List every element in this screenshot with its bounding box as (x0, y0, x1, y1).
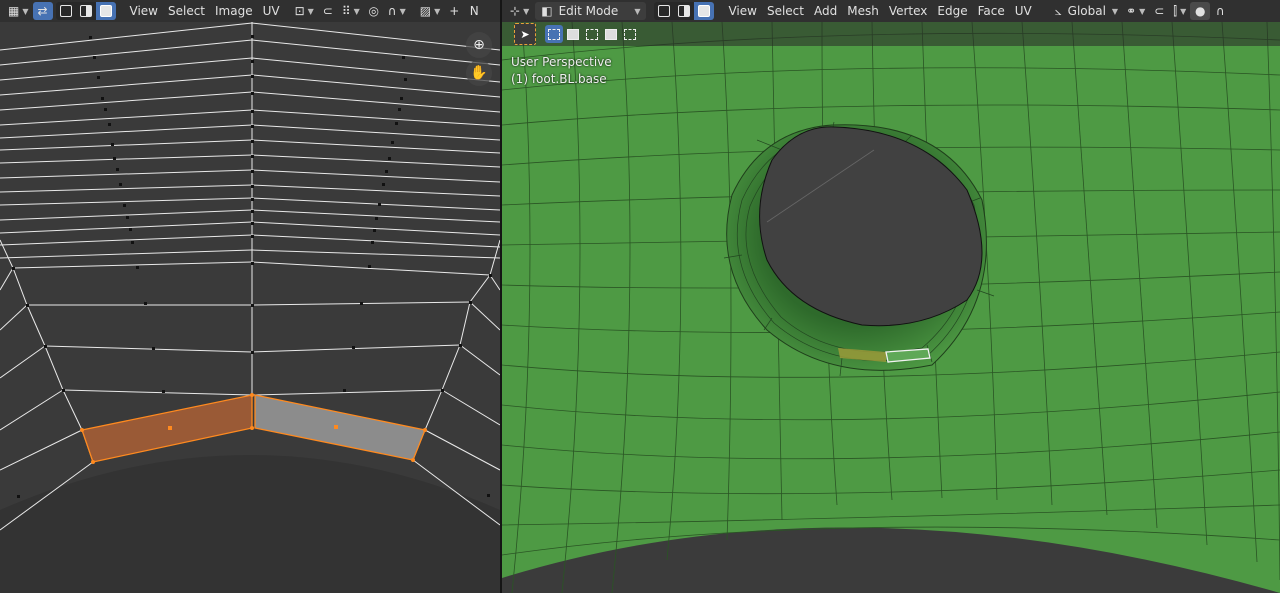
falloff-curve-icon: ∩ (387, 4, 397, 18)
uv-menu-select[interactable]: Select (163, 2, 210, 20)
editor-type-button[interactable]: ▦ ▼ (4, 2, 33, 20)
uv-grid-lines (0, 0, 500, 531)
select-mode-invert[interactable] (602, 25, 620, 43)
uv-select-mode-group (55, 2, 116, 20)
menu-select[interactable]: Select (762, 2, 809, 20)
select-mode-subtract[interactable] (583, 25, 601, 43)
menu-edge[interactable]: Edge (932, 2, 972, 20)
uv-selected-face-left (81, 394, 253, 463)
edit-mode-icon: ◧ (541, 4, 553, 18)
select-invert-icon (605, 28, 617, 40)
editor-type-button[interactable]: ⊹ ▼ (506, 2, 533, 20)
edge-select-button[interactable] (76, 2, 96, 20)
uv-editor-icon: ▦ (8, 4, 20, 18)
select-extend-icon (567, 28, 579, 40)
vertex-select-button[interactable] (56, 2, 76, 20)
orientation-icon: ⦣ (1054, 3, 1062, 18)
image-browse-dropdown[interactable]: ▨ ▼ (416, 2, 445, 20)
menu-mesh[interactable]: Mesh (842, 2, 884, 20)
select-intersect-icon (624, 28, 636, 40)
menu-face[interactable]: Face (973, 2, 1010, 20)
falloff-curve-icon: ∩ (1215, 4, 1225, 18)
viewport-canvas[interactable] (502, 0, 1280, 593)
uv-sync-selection-button[interactable]: ⇄ (32, 2, 53, 20)
cursor-arrow-icon: ➤ (520, 27, 530, 41)
mode-dropdown[interactable]: ◧ Edit Mode ▼ (535, 2, 647, 20)
uv-menu-image[interactable]: Image (210, 2, 258, 20)
tool-header: ➤ (502, 22, 1280, 46)
pivot-point-dropdown[interactable]: ⚭ ▼ (1122, 2, 1149, 20)
vertex-select-button[interactable] (654, 2, 674, 20)
edge-select-icon (678, 5, 691, 17)
select-new-icon (548, 28, 560, 40)
face-select-button[interactable] (694, 2, 715, 20)
snap-target-dropdown[interactable]: ⫿ ▼ (1169, 2, 1190, 20)
select-mode-intersect[interactable] (621, 25, 639, 43)
zoom-icon: ⊕ (473, 37, 485, 53)
snapping-toggle[interactable]: ⊂ (1149, 2, 1169, 20)
vertex-select-icon (658, 5, 671, 17)
view-perspective-label: User Perspective (511, 55, 612, 69)
snap-target-dropdown[interactable]: ⠿ ▼ (338, 2, 364, 20)
image-browse-icon: ▨ (419, 4, 432, 18)
uv-selected-face-right (254, 394, 426, 461)
pan-gizmo[interactable]: ✋ (466, 60, 492, 86)
snapping-icon: ⊂ (1154, 4, 1165, 18)
pivot-point-icon: ⚭ (1126, 4, 1137, 18)
select-mode-extend[interactable] (564, 25, 582, 43)
pivot-point-dropdown[interactable]: ⊡ ▼ (291, 2, 318, 20)
proportional-editing-toggle[interactable]: ● (1190, 2, 1211, 20)
snapping-toggle[interactable]: ⊂ (318, 2, 338, 20)
3d-viewport[interactable]: ⊹ ▼ ◧ Edit Mode ▼ View Select Add Mesh Ve… (502, 0, 1280, 593)
proportional-editing-toggle[interactable]: ◎ (364, 2, 384, 20)
new-image-button[interactable]: + (444, 2, 464, 20)
snapping-icon: ⊂ (322, 4, 333, 18)
menu-view[interactable]: View (723, 2, 761, 20)
transform-orientation-dropdown[interactable]: ⦣ Global ▼ (1051, 2, 1122, 20)
uv-canvas[interactable] (0, 0, 500, 593)
viewport-header: ⊹ ▼ ◧ Edit Mode ▼ View Select Add Mesh Ve… (502, 0, 1280, 22)
edge-select-icon (79, 5, 92, 17)
face-select-icon (99, 5, 112, 17)
snap-increment-icon: ⫿ (1173, 3, 1178, 18)
proportional-editing-icon: ◎ (368, 4, 380, 18)
zoom-gizmo[interactable]: ⊕ (466, 32, 492, 58)
select-tool-button[interactable]: ➤ (514, 23, 536, 45)
select-subtract-icon (586, 28, 598, 40)
sidebar-toggle[interactable]: N (464, 2, 484, 20)
pivot-point-icon: ⊡ (294, 4, 305, 18)
uv-menu-view[interactable]: View (125, 2, 163, 20)
uv-menu-uv[interactable]: UV (258, 2, 285, 20)
active-object-label: (1) foot.BL.base (511, 72, 607, 86)
uv-editor-header: ▦ ▼ ⇄ View Select Image UV ⊡ ▼ ⊂ ⠿ ▼ ◎ ∩ ▼ ▨… (0, 0, 500, 22)
face-select-button[interactable] (95, 2, 116, 20)
face-select-icon (698, 5, 711, 17)
select-mode-new[interactable] (545, 25, 563, 43)
proportional-falloff-dropdown[interactable]: ∩ (1210, 2, 1230, 20)
menu-add[interactable]: Add (809, 2, 842, 20)
pan-hand-icon: ✋ (470, 65, 488, 81)
proportional-falloff-dropdown[interactable]: ∩ ▼ (384, 2, 410, 20)
3d-viewport-icon: ⊹ (510, 4, 521, 18)
vertex-select-icon (59, 5, 72, 17)
uv-editor[interactable]: ▦ ▼ ⇄ View Select Image UV ⊡ ▼ ⊂ ⠿ ▼ ◎ ∩ ▼ ▨… (0, 0, 500, 593)
menu-uv[interactable]: UV (1010, 2, 1037, 20)
select-mode-group (654, 2, 715, 20)
uv-sync-selection-icon: ⇄ (37, 4, 48, 18)
proportional-editing-icon: ● (1195, 4, 1206, 18)
mode-label: Edit Mode (558, 4, 619, 18)
orientation-label: Global (1067, 4, 1106, 18)
edge-select-button[interactable] (674, 2, 694, 20)
snap-grid-icon: ⠿ (341, 4, 351, 18)
menu-vertex[interactable]: Vertex (884, 2, 933, 20)
